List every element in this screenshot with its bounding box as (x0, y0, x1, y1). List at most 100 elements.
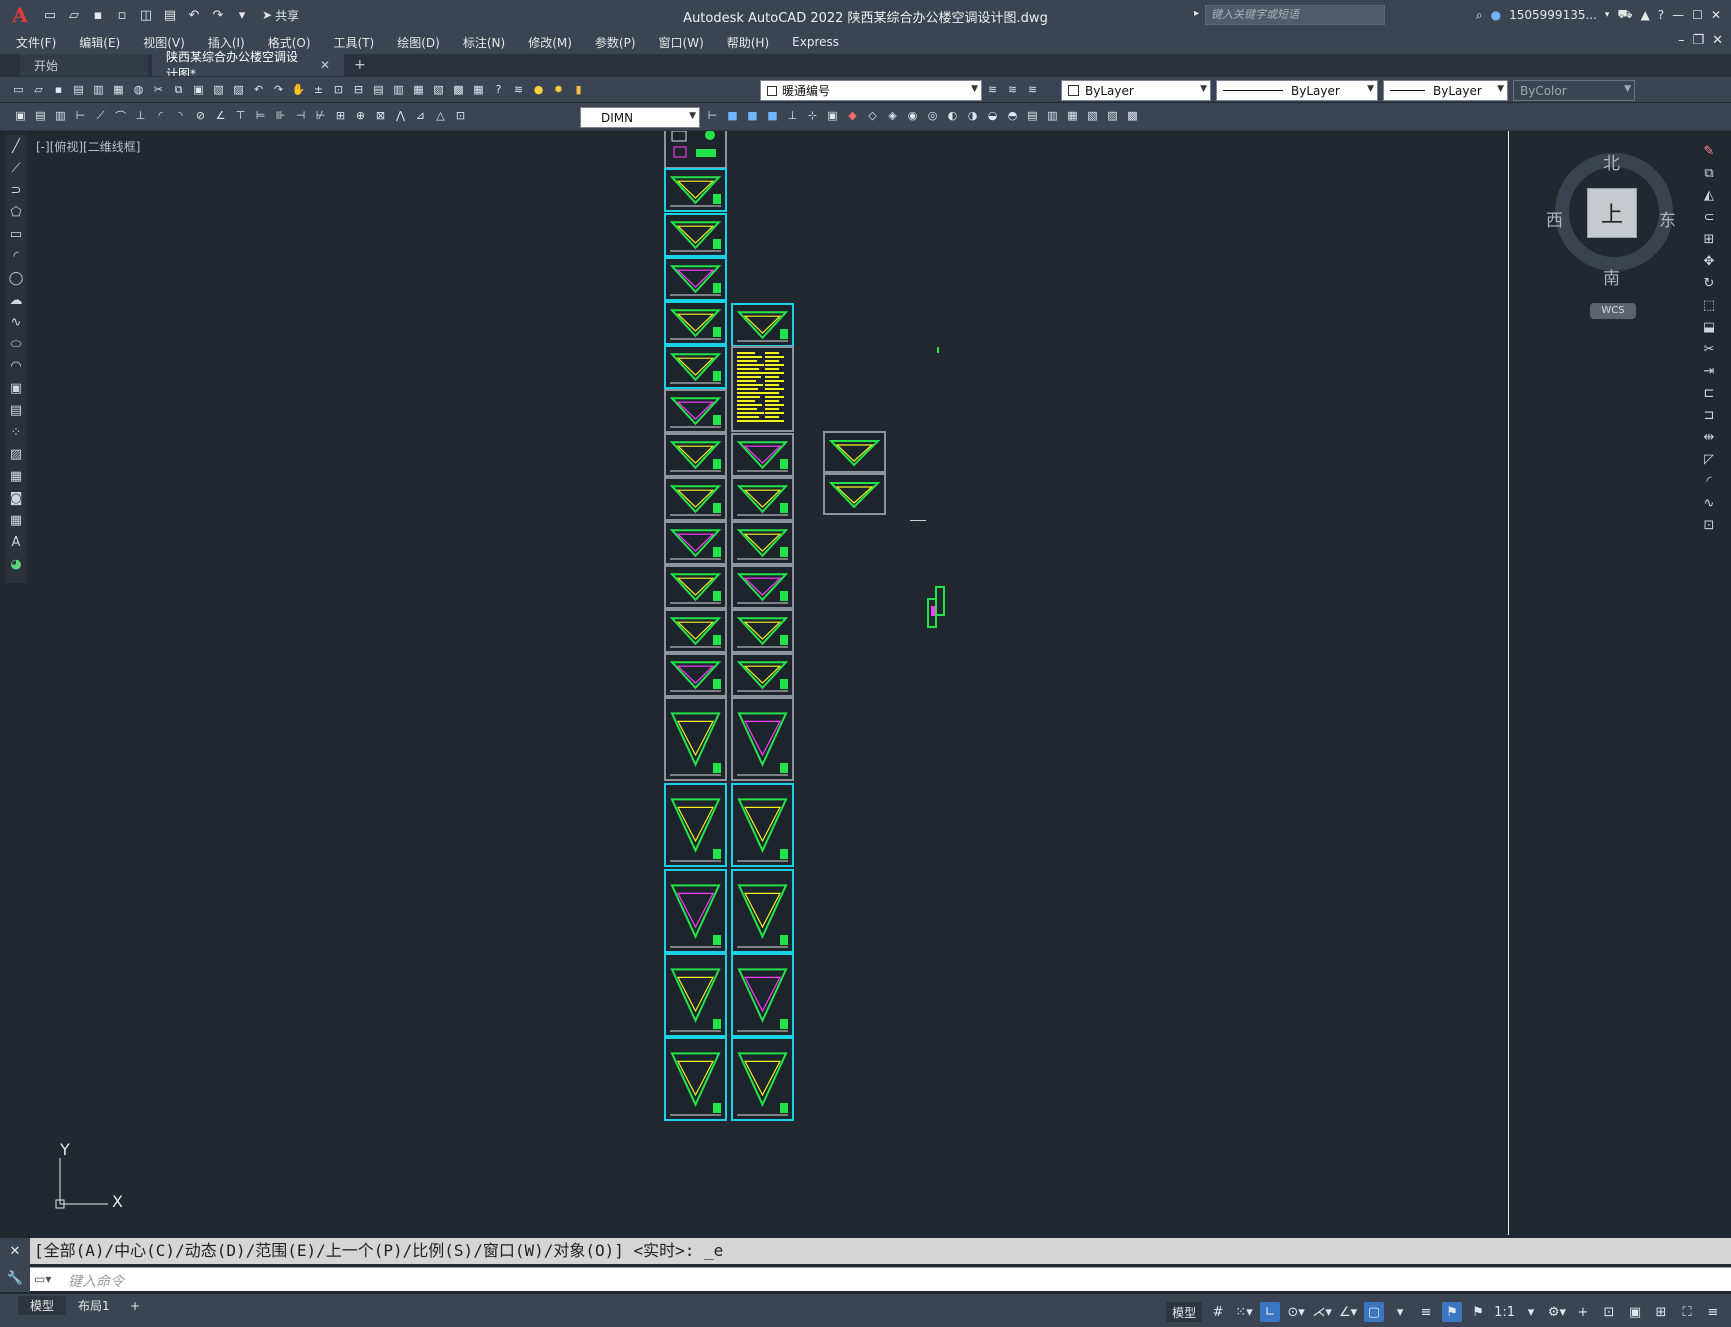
quick-properties-icon[interactable]: ▣ (1625, 1302, 1645, 1322)
dim-edit-icon[interactable]: ⊿ (412, 107, 429, 124)
layer-properties-icon[interactable]: ≋ (510, 81, 527, 98)
dim-update-icon[interactable]: ⊡ (452, 107, 469, 124)
linear-dim-icon[interactable]: ⊢ (72, 107, 89, 124)
linetype-combo[interactable]: ByLayer ▼ (1216, 80, 1378, 101)
units-icon[interactable]: ⊡ (1599, 1302, 1619, 1322)
customize-dropdown-icon[interactable]: ▾ (232, 5, 252, 25)
continue-dim-icon[interactable]: ⊪ (272, 107, 289, 124)
publish-icon[interactable]: ▦ (110, 81, 127, 98)
customization-icon[interactable]: ≡ (1703, 1302, 1723, 1322)
drawing-sheet[interactable] (731, 433, 794, 477)
help-icon[interactable]: ? (1658, 8, 1664, 22)
stretch-icon[interactable]: ⬓ (1697, 316, 1721, 338)
ucs-world-icon[interactable]: ⊹ (804, 107, 821, 124)
drawing-sheet[interactable] (664, 653, 727, 697)
autocad-logo[interactable]: A (0, 0, 40, 30)
viewport-controls-label[interactable]: [-][俯视][二维线框] (36, 138, 140, 155)
drawing-sheet[interactable] (664, 521, 727, 565)
zoom-realtime-icon[interactable]: ± (310, 81, 327, 98)
annotation-scale[interactable]: 1:1 (1494, 1302, 1515, 1322)
gradient-icon[interactable]: ▦ (5, 465, 27, 487)
spline-icon[interactable]: ∿ (5, 311, 27, 333)
close-button[interactable]: ✕ (1711, 8, 1721, 22)
osnap-icon[interactable]: ▢ (1364, 1302, 1385, 1322)
erase-icon[interactable]: ✎ (1697, 140, 1721, 162)
annotation-monitor-icon[interactable]: + (1573, 1302, 1593, 1322)
drawing-sheet[interactable] (664, 1037, 727, 1121)
drawing-sheet[interactable] (664, 301, 727, 345)
circle-icon[interactable]: ◯ (5, 267, 27, 289)
arc-length-icon[interactable]: ⌒ (112, 107, 129, 124)
open-file-icon[interactable]: ▱ (64, 5, 84, 25)
viewcube-east[interactable]: 东 (1659, 206, 1676, 231)
make-block-icon[interactable]: ▤ (32, 107, 49, 124)
open-icon[interactable]: ▱ (30, 81, 47, 98)
snap-icon[interactable]: ⁙▾ (1234, 1302, 1254, 1322)
color-combo[interactable]: ByLayer ▼ (1061, 80, 1211, 101)
user-icon[interactable]: ● (1491, 8, 1501, 22)
search-expand-icon[interactable]: ▸ (1194, 8, 1199, 19)
help-icon-2[interactable]: ? (490, 81, 507, 98)
layout-tab-layout1[interactable]: 布局1 (66, 1296, 122, 1315)
save-as-icon[interactable]: ▫ (112, 5, 132, 25)
drawing-sheet[interactable] (731, 953, 794, 1037)
ucs-y-icon[interactable]: ◒ (984, 107, 1001, 124)
user-dropdown-icon[interactable]: ▾ (1605, 10, 1610, 20)
cut-icon[interactable]: ✂ (150, 81, 167, 98)
drawing-sheet[interactable] (664, 257, 727, 301)
polyline-icon[interactable]: ⊃ (5, 179, 27, 201)
autoscale-icon[interactable]: ⚑ (1468, 1302, 1488, 1322)
osnap-dropdown-icon[interactable]: ▾ (1390, 1302, 1410, 1322)
pan-icon[interactable]: ✋ (290, 81, 307, 98)
layer-lock-icon[interactable]: ▮ (570, 81, 587, 98)
point-icon[interactable]: ⁘ (5, 421, 27, 443)
paste-icon[interactable]: ▣ (190, 81, 207, 98)
drawing-sheet[interactable] (731, 521, 794, 565)
block-editor-icon[interactable]: ▨ (230, 81, 247, 98)
menu-parametric[interactable]: 参数(P) (595, 34, 636, 51)
break-at-point-icon[interactable]: ⊏ (1697, 382, 1721, 404)
hatch-icon[interactable]: ▥ (52, 107, 69, 124)
scale-dropdown-icon[interactable]: ▾ (1521, 1302, 1541, 1322)
named-ucs-icon[interactable]: ▥ (1044, 107, 1061, 124)
lineweight-combo[interactable]: ByLayer ▼ (1383, 80, 1508, 101)
ucs-apply-icon[interactable]: ▤ (1024, 107, 1041, 124)
region-icon[interactable]: ◙ (5, 487, 27, 509)
command-recent-icon[interactable]: ▭▾ (34, 1272, 51, 1286)
doc-restore-icon[interactable]: ❐ (1692, 33, 1704, 48)
ortho-icon[interactable]: ∟ (1260, 1302, 1281, 1322)
view-back-icon[interactable]: ■ (744, 107, 761, 124)
tab-start[interactable]: 开始 (20, 54, 148, 76)
web-icon[interactable]: ◫ (136, 5, 156, 25)
model-space-button[interactable]: 模型 (1166, 1302, 1203, 1322)
ucs-zaxis-icon[interactable]: ◓ (1004, 107, 1021, 124)
menu-tools[interactable]: 工具(T) (334, 34, 375, 51)
viewcube-top-face[interactable]: 上 (1587, 188, 1637, 238)
drawing-sheet[interactable] (664, 168, 727, 212)
make-current-icon[interactable]: ≋ (984, 81, 1001, 98)
fillet-icon[interactable]: ◜ (1697, 470, 1721, 492)
doc-close-icon[interactable]: ✕ (1712, 33, 1723, 48)
drawing-sheet[interactable] (664, 609, 727, 653)
explode-icon[interactable]: ⊡ (1697, 514, 1721, 536)
lineweight-icon[interactable]: ≡ (1416, 1302, 1436, 1322)
drawing-sheet[interactable] (664, 433, 727, 477)
workspace-gear-icon[interactable]: ⚙▾ (1547, 1302, 1567, 1322)
command-close-icon[interactable]: ✕ (10, 1244, 21, 1259)
construction-line-icon[interactable]: ⟋ (5, 157, 27, 179)
command-customize-icon[interactable]: 🔧 (7, 1271, 23, 1286)
undo-icon-2[interactable]: ↶ (250, 81, 267, 98)
drawing-sheet[interactable] (664, 389, 727, 433)
insert-block-icon[interactable]: ▣ (12, 107, 29, 124)
menu-window[interactable]: 窗口(W) (659, 34, 704, 51)
hatch-icon-left[interactable]: ▨ (5, 443, 27, 465)
search-input[interactable]: 键入关键字或短语 (1205, 5, 1385, 25)
drawing-sheet[interactable] (731, 869, 794, 953)
search-icon[interactable]: ⌕ (1476, 8, 1483, 23)
ucs-object-icon[interactable]: ◇ (864, 107, 881, 124)
drawing-sheet[interactable] (731, 697, 794, 781)
line-icon[interactable]: ╱ (5, 135, 27, 157)
drawing-sheet[interactable] (664, 953, 727, 1037)
3d-dwf-icon[interactable]: ◍ (130, 81, 147, 98)
light-icon[interactable]: ▨ (1104, 107, 1121, 124)
